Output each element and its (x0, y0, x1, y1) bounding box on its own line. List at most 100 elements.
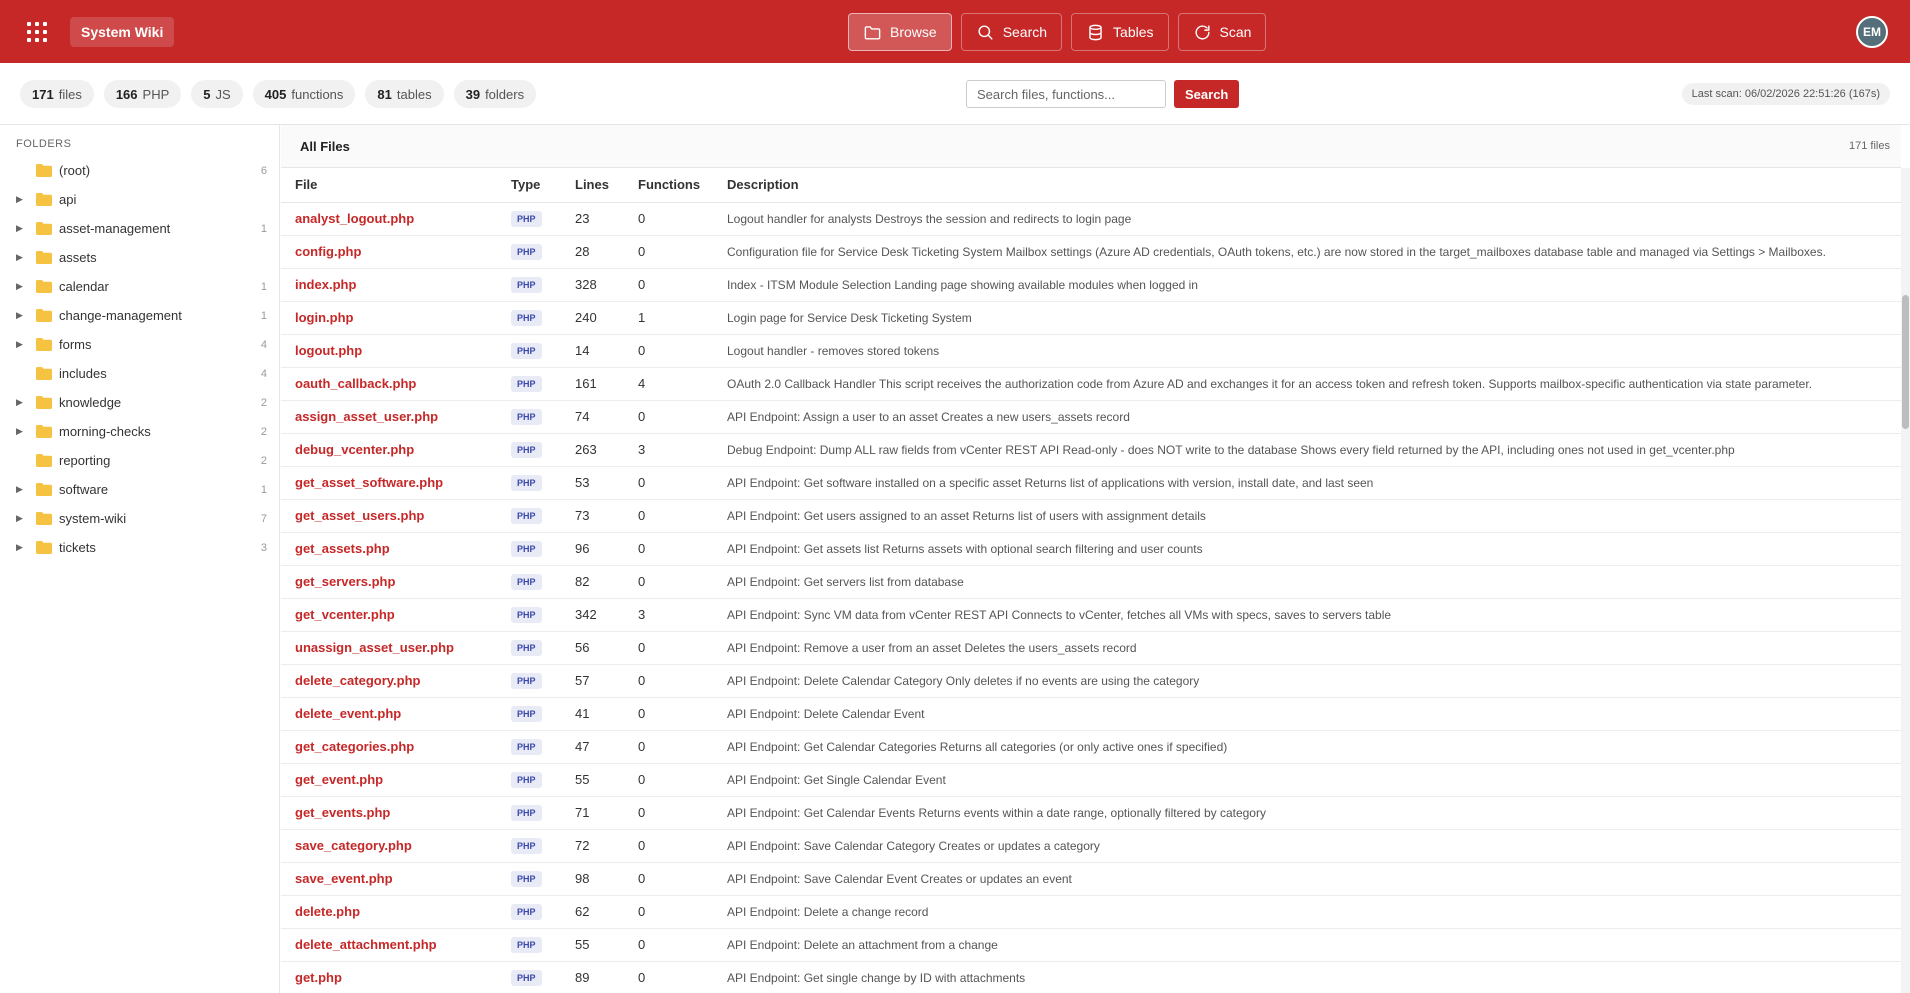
expand-caret-icon[interactable]: ▶ (16, 310, 26, 321)
file-link[interactable]: save_event.php (295, 871, 393, 886)
lines-cell: 41 (575, 697, 638, 731)
col-functions[interactable]: Functions (638, 168, 727, 203)
expand-caret-icon[interactable]: ▶ (16, 252, 26, 263)
table-row[interactable]: get_event.php PHP 55 0 API Endpoint: Get Sin… (281, 763, 1901, 797)
folder-item[interactable]: ▶ tickets 3 (0, 533, 280, 562)
file-link[interactable]: get_categories.php (295, 739, 414, 754)
file-link[interactable]: save_category.php (295, 838, 412, 853)
file-link[interactable]: get_event.php (295, 772, 383, 787)
col-lines[interactable]: Lines (575, 168, 638, 203)
lines-cell: 96 (575, 532, 638, 566)
folder-item[interactable]: ▶ api (0, 185, 280, 214)
lines-cell: 263 (575, 433, 638, 467)
col-type[interactable]: Type (511, 168, 575, 203)
table-row[interactable]: config.php PHP 28 0 Configuration file for S… (281, 235, 1901, 269)
folder-item[interactable]: ▶ calendar 1 (0, 272, 280, 301)
table-row[interactable]: save_category.php PHP 72 0 API Endpoint: Sav… (281, 829, 1901, 863)
file-link[interactable]: get_asset_software.php (295, 475, 443, 490)
folder-item[interactable]: includes 4 (0, 359, 280, 388)
table-row[interactable]: get.php PHP 89 0 API Endpoint: Get single ch… (281, 961, 1901, 993)
file-link[interactable]: get_asset_users.php (295, 508, 424, 523)
expand-caret-icon[interactable]: ▶ (16, 397, 26, 408)
expand-caret-icon[interactable]: ▶ (16, 484, 26, 495)
file-link[interactable]: analyst_logout.php (295, 211, 414, 226)
file-link[interactable]: login.php (295, 310, 353, 325)
file-link[interactable]: get_servers.php (295, 574, 395, 589)
folder-item[interactable]: ▶ morning-checks 2 (0, 417, 280, 446)
expand-caret-icon[interactable]: ▶ (16, 339, 26, 350)
folder-item[interactable]: ▶ forms 4 (0, 330, 280, 359)
app-brand[interactable]: System Wiki (70, 17, 175, 47)
search-input[interactable] (966, 80, 1166, 108)
expand-caret-icon[interactable]: ▶ (16, 542, 26, 553)
expand-caret-icon[interactable]: ▶ (16, 281, 26, 292)
table-row[interactable]: analyst_logout.php PHP 23 0 Logout handler f… (281, 202, 1901, 236)
vertical-scrollbar[interactable] (1901, 168, 1910, 993)
table-row[interactable]: index.php PHP 328 0 Index - ITSM Module Sele… (281, 268, 1901, 302)
table-row[interactable]: debug_vcenter.php PHP 263 3 Debug Endpoint: … (281, 433, 1901, 467)
file-link[interactable]: delete_category.php (295, 673, 420, 688)
search-button[interactable]: Search (1174, 80, 1240, 108)
scan-button[interactable]: Scan (1177, 13, 1267, 51)
table-row[interactable]: get_asset_users.php PHP 73 0 API Endpoint: G… (281, 499, 1901, 533)
file-link[interactable]: get.php (295, 970, 342, 985)
user-avatar[interactable]: EM (1856, 16, 1888, 48)
folder-item[interactable]: ▶ assets (0, 243, 280, 272)
file-link[interactable]: logout.php (295, 343, 362, 358)
expand-caret-icon[interactable]: ▶ (16, 426, 26, 437)
file-link[interactable]: delete_attachment.php (295, 937, 437, 952)
stat-files: 171 files (20, 80, 94, 108)
table-row[interactable]: assign_asset_user.php PHP 74 0 API Endpoint:… (281, 400, 1901, 434)
folder-item[interactable]: ▶ change-management 1 (0, 301, 280, 330)
expand-caret-icon[interactable]: ▶ (16, 194, 26, 205)
lines-cell: 62 (575, 895, 638, 929)
description-cell: API Endpoint: Save Calendar Event Create… (727, 862, 1901, 896)
app-grid-icon[interactable] (27, 22, 47, 42)
functions-cell: 4 (638, 367, 727, 401)
table-row[interactable]: unassign_asset_user.php PHP 56 0 API Endpoin… (281, 631, 1901, 665)
table-row[interactable]: delete.php PHP 62 0 API Endpoint: Delete a c… (281, 895, 1901, 929)
browse-button[interactable]: Browse (848, 13, 952, 51)
table-row[interactable]: save_event.php PHP 98 0 API Endpoint: Save C… (281, 862, 1901, 896)
col-file[interactable]: File (281, 168, 511, 203)
file-link[interactable]: get_events.php (295, 805, 390, 820)
file-link[interactable]: index.php (295, 277, 356, 292)
file-link[interactable]: delete_event.php (295, 706, 401, 721)
expand-caret-icon[interactable]: ▶ (16, 513, 26, 524)
expand-caret-icon[interactable]: ▶ (16, 223, 26, 234)
file-link[interactable]: debug_vcenter.php (295, 442, 414, 457)
folder-item[interactable]: ▶ knowledge 2 (0, 388, 280, 417)
col-description[interactable]: Description (727, 168, 1901, 203)
folder-item[interactable]: ▶ system-wiki 7 (0, 504, 280, 533)
table-row[interactable]: oauth_callback.php PHP 161 4 OAuth 2.0 Callb… (281, 367, 1901, 401)
file-link[interactable]: config.php (295, 244, 361, 259)
folder-item[interactable]: reporting 2 (0, 446, 280, 475)
file-link[interactable]: get_assets.php (295, 541, 390, 556)
table-row[interactable]: get_assets.php PHP 96 0 API Endpoint: Get as… (281, 532, 1901, 566)
search-nav-button[interactable]: Search (960, 13, 1063, 51)
stats-bar: 171 files 166 PHP 5 JS 405 functions 81 table… (0, 63, 1910, 125)
type-badge: PHP (511, 937, 542, 953)
table-row[interactable]: get_servers.php PHP 82 0 API Endpoint: Get s… (281, 565, 1901, 599)
table-row[interactable]: get_vcenter.php PHP 342 3 API Endpoint: Sync… (281, 598, 1901, 632)
folder-item[interactable]: (root) 6 (0, 156, 280, 185)
table-row[interactable]: get_categories.php PHP 47 0 API Endpoint: Ge… (281, 730, 1901, 764)
file-link[interactable]: unassign_asset_user.php (295, 640, 454, 655)
folder-item[interactable]: ▶ asset-management 1 (0, 214, 280, 243)
file-link[interactable]: assign_asset_user.php (295, 409, 438, 424)
folder-item[interactable]: ▶ software 1 (0, 475, 280, 504)
table-row[interactable]: login.php PHP 240 1 Login page for Service D… (281, 301, 1901, 335)
file-link[interactable]: delete.php (295, 904, 360, 919)
functions-cell: 0 (638, 796, 727, 830)
table-row[interactable]: logout.php PHP 14 0 Logout handler - removes… (281, 334, 1901, 368)
table-row[interactable]: delete_event.php PHP 41 0 API Endpoint: Dele… (281, 697, 1901, 731)
table-row[interactable]: delete_attachment.php PHP 55 0 API Endpoint:… (281, 928, 1901, 962)
table-row[interactable]: delete_category.php PHP 57 0 API Endpoint: D… (281, 664, 1901, 698)
file-link[interactable]: get_vcenter.php (295, 607, 395, 622)
tables-button[interactable]: Tables (1071, 13, 1169, 51)
file-link[interactable]: oauth_callback.php (295, 376, 416, 391)
table-row[interactable]: get_events.php PHP 71 0 API Endpoint: Get Ca… (281, 796, 1901, 830)
scrollbar-thumb[interactable] (1902, 295, 1909, 429)
table-row[interactable]: get_asset_software.php PHP 53 0 API Endpoint… (281, 466, 1901, 500)
stat-tables: 81 tables (365, 80, 444, 108)
